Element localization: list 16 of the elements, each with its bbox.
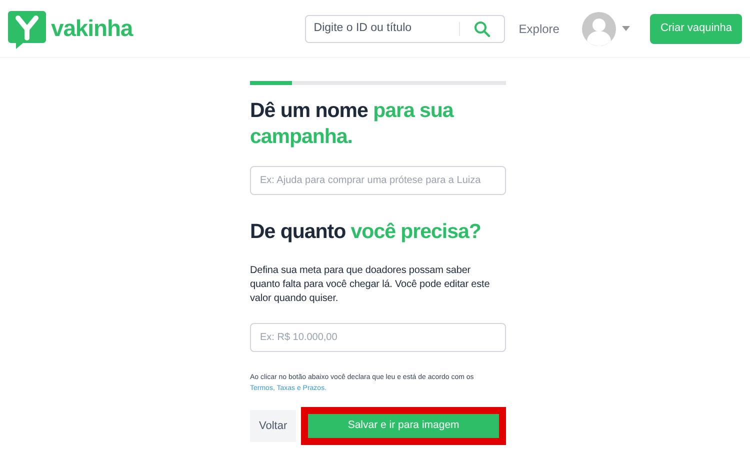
search-box[interactable]: Digite o ID ou título bbox=[304, 14, 505, 42]
save-button[interactable]: Salvar e ir para imagem bbox=[308, 414, 499, 438]
description-text: Defina sua meta para que doadores possam saber quanto falta para você chegar lá. Você pode editar este valor quando quiser. bbox=[250, 264, 490, 306]
back-button[interactable]: Voltar bbox=[250, 410, 296, 442]
search-input[interactable]: Digite o ID ou título bbox=[306, 20, 459, 38]
logo-icon bbox=[7, 8, 47, 48]
explore-link[interactable]: Explore bbox=[518, 20, 560, 38]
create-campaign-button[interactable]: Criar vaquinha bbox=[650, 14, 742, 44]
section-heading: Dê um nome para sua campanha. bbox=[250, 98, 455, 150]
amount-input[interactable]: Ex: R$ 10.000,00 bbox=[250, 323, 506, 352]
caret-icon[interactable] bbox=[622, 26, 630, 31]
section-heading: De quanto você precisa? bbox=[250, 219, 482, 245]
avatar-icon[interactable] bbox=[582, 12, 616, 46]
logo-text: vakinha bbox=[51, 14, 133, 44]
search-icon[interactable] bbox=[474, 20, 490, 36]
text-input[interactable]: Ex: Ajuda para comprar uma prótese para a Luiza bbox=[250, 166, 506, 195]
